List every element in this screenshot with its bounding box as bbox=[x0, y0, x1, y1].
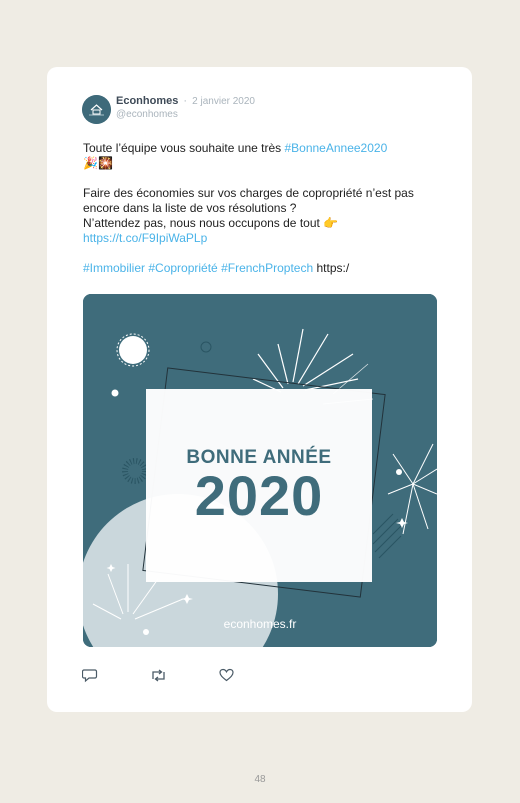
separator-dot: · bbox=[183, 95, 188, 107]
promo-box: BONNE ANNÉE 2020 bbox=[146, 389, 372, 582]
author-name[interactable]: Econhomes bbox=[116, 95, 178, 107]
party-popper-fireworks-emoji: 🎉🎇 bbox=[83, 156, 113, 170]
tweet-paragraph-3: #Immobilier #Copropriété #FrenchProptech… bbox=[83, 261, 438, 276]
page-number: 48 bbox=[254, 774, 266, 785]
author-line: Econhomes · 2 janvier 2020 bbox=[116, 95, 255, 107]
tweet-text: Toute l’équipe vous souhaite une très #B… bbox=[83, 141, 438, 276]
promo-year: 2020 bbox=[194, 464, 324, 527]
para2-text: Faire des économies sur vos charges de c… bbox=[83, 186, 414, 215]
short-link[interactable]: https://t.co/F9IpiWaPLp bbox=[83, 231, 207, 245]
avatar[interactable] bbox=[82, 95, 111, 124]
line1-text: Toute l’équipe vous souhaite une très bbox=[83, 141, 285, 155]
retweet-button[interactable] bbox=[150, 668, 167, 683]
hashtag-immobilier[interactable]: #Immobilier bbox=[83, 261, 145, 275]
like-button[interactable] bbox=[219, 668, 234, 682]
hashtag-copropriete[interactable]: #Copropriété bbox=[148, 261, 217, 275]
hashtag-frenchproptech[interactable]: #FrenchProptech bbox=[221, 261, 313, 275]
tweet-card: Econhomes · 2 janvier 2020 @econhomes To… bbox=[47, 67, 472, 712]
pointing-hand-emoji: 👉 bbox=[323, 216, 339, 230]
author-handle[interactable]: @econhomes bbox=[116, 109, 178, 120]
tweet-actions bbox=[82, 668, 282, 684]
tweet-paragraph-1: Toute l’équipe vous souhaite une très #B… bbox=[83, 141, 438, 171]
reply-icon bbox=[82, 669, 98, 683]
tweet-paragraph-2: Faire des économies sur vos charges de c… bbox=[83, 186, 438, 246]
tweet-media-image[interactable]: BONNE ANNÉE 2020 econhomes.fr bbox=[83, 294, 437, 647]
trailing-link-text[interactable]: https:/ bbox=[316, 261, 349, 275]
tweet-date[interactable]: 2 janvier 2020 bbox=[192, 96, 255, 107]
hashtag-bonneannee[interactable]: #BonneAnnee2020 bbox=[284, 141, 387, 155]
reply-button[interactable] bbox=[82, 668, 98, 683]
para3-text: N’attendez pas, nous nous occupons de to… bbox=[83, 216, 324, 230]
promo-website: econhomes.fr bbox=[223, 617, 297, 631]
retweet-icon bbox=[152, 669, 165, 682]
econhomes-logo-icon bbox=[82, 95, 111, 124]
heart-icon bbox=[219, 668, 234, 682]
